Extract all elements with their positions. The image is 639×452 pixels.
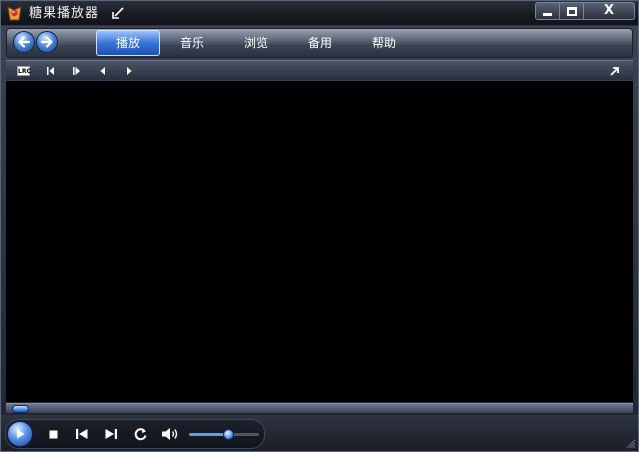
frame-forward-icon: [73, 67, 80, 75]
step-back-icon: [100, 67, 105, 75]
next-button[interactable]: [103, 426, 119, 442]
expand-button[interactable]: [609, 65, 620, 77]
lrc-icon: LRC: [17, 66, 31, 76]
seek-thumb[interactable]: [12, 405, 29, 413]
title-bar[interactable]: 糖果播放器 X: [1, 1, 638, 26]
maximize-icon: [566, 6, 577, 16]
candy-player-icon: [7, 6, 22, 21]
tool-bar: LRC: [6, 60, 633, 80]
resize-grip-icon[interactable]: [624, 437, 636, 449]
tab-help[interactable]: 帮助: [352, 29, 416, 57]
stop-button[interactable]: [45, 426, 61, 442]
play-icon: [17, 429, 25, 439]
step-back-button[interactable]: [98, 65, 108, 77]
volume-level: [189, 433, 228, 436]
control-bar: [1, 415, 638, 451]
main-tabs: 播放 音乐 浏览 备用 帮助: [96, 29, 416, 57]
frame-back-button[interactable]: [46, 65, 56, 77]
tab-play[interactable]: 播放: [96, 30, 160, 56]
frame-forward-button[interactable]: [72, 65, 82, 77]
minimize-icon: [543, 12, 552, 16]
maximize-button[interactable]: [560, 3, 584, 19]
tab-music[interactable]: 音乐: [160, 29, 224, 57]
back-button[interactable]: [13, 31, 35, 53]
repeat-icon: [134, 427, 146, 440]
mini-mode-icon[interactable]: [111, 7, 124, 20]
expand-icon: [610, 66, 619, 76]
forward-button[interactable]: [36, 31, 58, 53]
window-title: 糖果播放器: [29, 6, 100, 21]
play-button[interactable]: [7, 421, 33, 447]
seek-bar[interactable]: [6, 403, 633, 414]
tab-browse[interactable]: 浏览: [224, 29, 288, 57]
tab-spare[interactable]: 备用: [288, 29, 352, 57]
back-arrow-icon: [18, 36, 31, 48]
step-forward-button[interactable]: [124, 65, 134, 77]
next-icon: [105, 429, 117, 439]
minimize-button[interactable]: [536, 3, 560, 19]
video-display[interactable]: [6, 81, 633, 402]
player-window: 糖果播放器 X 播放 音乐 浏览 备用 帮助 LRC: [0, 0, 639, 452]
close-button[interactable]: X: [584, 3, 634, 19]
navigation-bar: 播放 音乐 浏览 备用 帮助: [6, 28, 633, 58]
nav-arrows: [13, 31, 58, 53]
window-controls: X: [535, 2, 635, 20]
volume-thumb[interactable]: [222, 429, 234, 440]
volume-button[interactable]: [160, 426, 180, 442]
previous-button[interactable]: [74, 426, 90, 442]
stop-icon: [49, 430, 57, 438]
step-forward-icon: [127, 67, 132, 75]
previous-icon: [76, 429, 88, 439]
frame-back-icon: [47, 67, 54, 75]
close-icon: X: [603, 3, 615, 18]
repeat-button[interactable]: [132, 426, 148, 442]
volume-slider[interactable]: [189, 429, 259, 440]
lyrics-button[interactable]: LRC: [17, 65, 31, 77]
speaker-icon: [161, 428, 177, 440]
forward-arrow-icon: [40, 36, 53, 48]
